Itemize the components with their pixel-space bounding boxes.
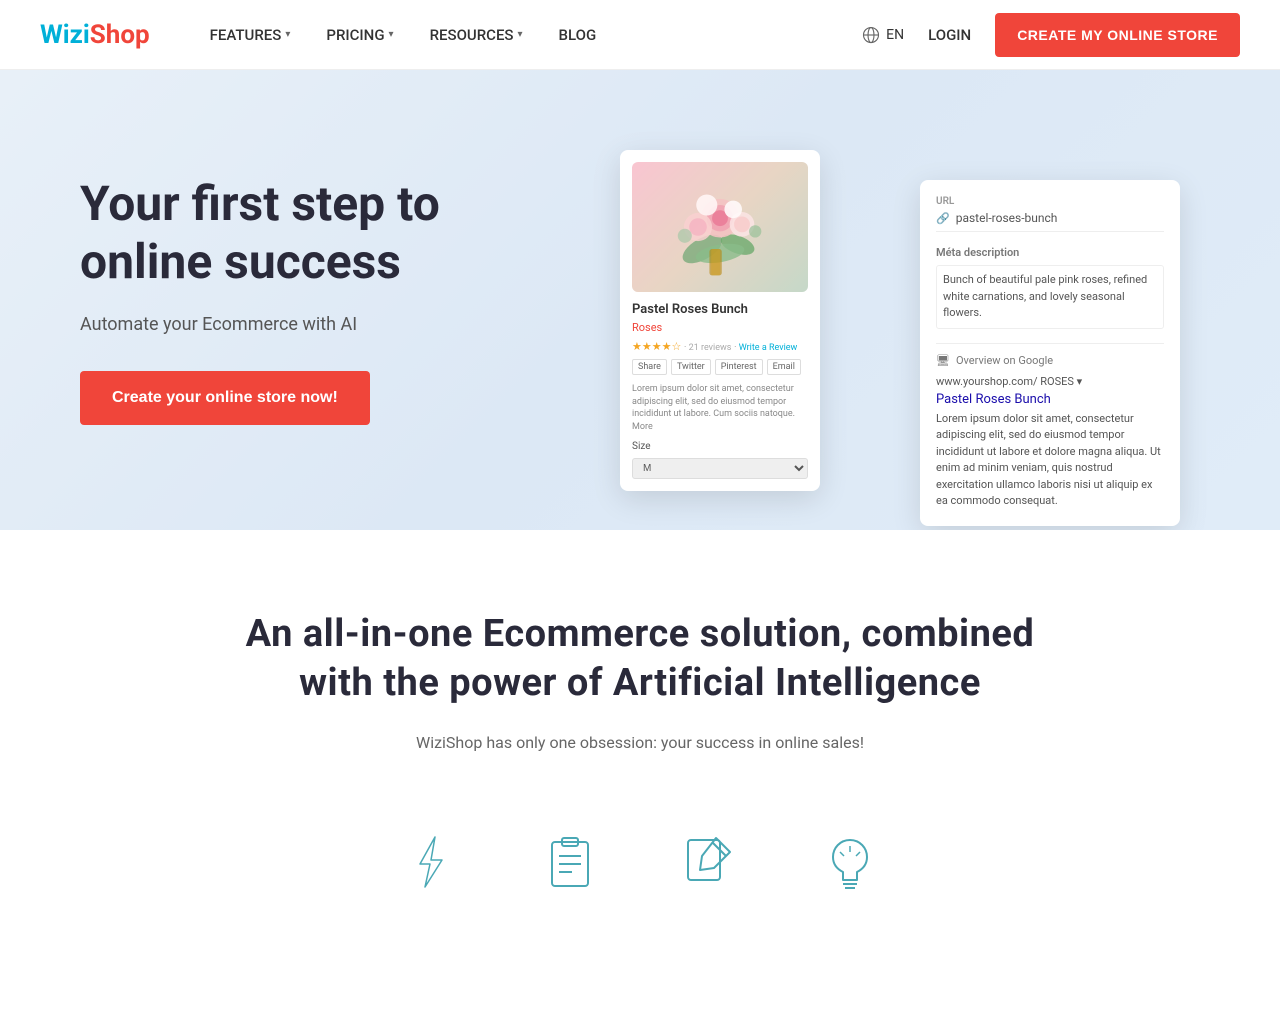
navbar: WiziShop FEATURES ▾ PRICING ▾ RESOURCES … xyxy=(0,0,1280,70)
hero-subtitle: Automate your Ecommerce with AI xyxy=(80,314,580,335)
share-btn-email[interactable]: Email xyxy=(767,359,801,375)
share-btn-share[interactable]: Share xyxy=(632,359,667,375)
lightning-icon xyxy=(400,832,460,892)
write-review-link[interactable]: Write a Review xyxy=(739,343,798,353)
language-selector[interactable]: EN xyxy=(862,26,904,44)
logo-wizi: Wizi xyxy=(40,20,90,50)
section2-title: An all-in-one Ecommerce solution, combin… xyxy=(240,610,1040,709)
login-link[interactable]: LOGIN xyxy=(928,26,971,44)
product-card: Pastel Roses Bunch Roses ★★★★☆ · 21 revi… xyxy=(620,150,820,491)
product-image xyxy=(632,162,808,292)
hero-content: Your first step to online success Automa… xyxy=(80,175,580,425)
chevron-down-icon: ▾ xyxy=(285,29,290,40)
chevron-down-icon: ▾ xyxy=(518,29,523,40)
monitor-icon: 🖥 xyxy=(936,354,950,367)
chevron-down-icon: ▾ xyxy=(389,29,394,40)
hero-cta-button[interactable]: Create your online store now! xyxy=(80,371,370,425)
seo-panel: URL 🔗 pastel-roses-bunch Méta descriptio… xyxy=(920,180,1180,526)
product-link[interactable]: Roses xyxy=(632,321,808,334)
seo-url-row: 🔗 pastel-roses-bunch xyxy=(936,211,1164,232)
create-store-button[interactable]: CREATE MY ONLINE STORE xyxy=(995,13,1240,57)
seo-url-value: pastel-roses-bunch xyxy=(956,211,1058,225)
seo-url-label: URL xyxy=(936,196,1164,207)
product-share: Share Twitter Pinterest Email xyxy=(632,359,808,375)
nav-features[interactable]: FEATURES ▾ xyxy=(210,26,291,44)
product-name: Pastel Roses Bunch xyxy=(632,302,808,317)
feature-smart xyxy=(820,832,880,892)
seo-meta-label: Méta description xyxy=(936,246,1164,259)
nav-blog[interactable]: BLOG xyxy=(559,26,597,44)
seo-divider xyxy=(936,343,1164,344)
seo-google-label: 🖥 Overview on Google xyxy=(936,354,1164,367)
seo-meta-field: Méta description Bunch of beautiful pale… xyxy=(936,246,1164,329)
seo-google-url: www.yourshop.com/ ROSES ▾ xyxy=(936,375,1164,388)
bulb-icon xyxy=(820,832,880,892)
share-btn-twitter[interactable]: Twitter xyxy=(671,359,711,375)
section2-subtitle: WiziShop has only one obsession: your su… xyxy=(40,733,1240,752)
feature-fast xyxy=(400,832,460,892)
feature-organized xyxy=(540,832,600,892)
seo-url-field: URL 🔗 pastel-roses-bunch xyxy=(936,196,1164,232)
nav-resources[interactable]: RESOURCES ▾ xyxy=(430,26,523,44)
nav-links: FEATURES ▾ PRICING ▾ RESOURCES ▾ BLOG xyxy=(210,26,863,44)
logo-shop: Shop xyxy=(90,20,150,50)
section2: An all-in-one Ecommerce solution, combin… xyxy=(0,530,1280,952)
hero-visual: Pastel Roses Bunch Roses ★★★★☆ · 21 revi… xyxy=(580,130,1200,470)
clipboard-icon xyxy=(540,832,600,892)
product-reviews-count[interactable]: 21 reviews xyxy=(689,343,732,353)
product-stars: ★★★★☆ · 21 reviews · Write a Review xyxy=(632,340,808,353)
seo-google-desc: Lorem ipsum dolor sit amet, consectetur … xyxy=(936,411,1164,510)
lang-label: EN xyxy=(886,27,904,43)
product-image-svg xyxy=(632,162,808,292)
hero-title: Your first step to online success xyxy=(80,175,580,290)
product-size-select[interactable]: M S L XL xyxy=(632,458,808,479)
globe-icon xyxy=(862,26,880,44)
feature-content xyxy=(680,832,740,892)
logo[interactable]: WiziShop xyxy=(40,20,150,50)
share-btn-pinterest[interactable]: Pinterest xyxy=(715,359,763,375)
nav-pricing[interactable]: PRICING ▾ xyxy=(326,26,393,44)
seo-meta-value: Bunch of beautiful pale pink roses, refi… xyxy=(936,265,1164,329)
features-icons xyxy=(40,812,1240,892)
nav-right: EN LOGIN CREATE MY ONLINE STORE xyxy=(862,13,1240,57)
edit-icon xyxy=(680,832,740,892)
seo-google-title: Pastel Roses Bunch xyxy=(936,392,1164,407)
product-size-label: Size xyxy=(632,441,808,452)
hero-section: Your first step to online success Automa… xyxy=(0,70,1280,530)
link-icon: 🔗 xyxy=(936,212,950,225)
product-description: Lorem ipsum dolor sit amet, consectetur … xyxy=(632,383,808,433)
